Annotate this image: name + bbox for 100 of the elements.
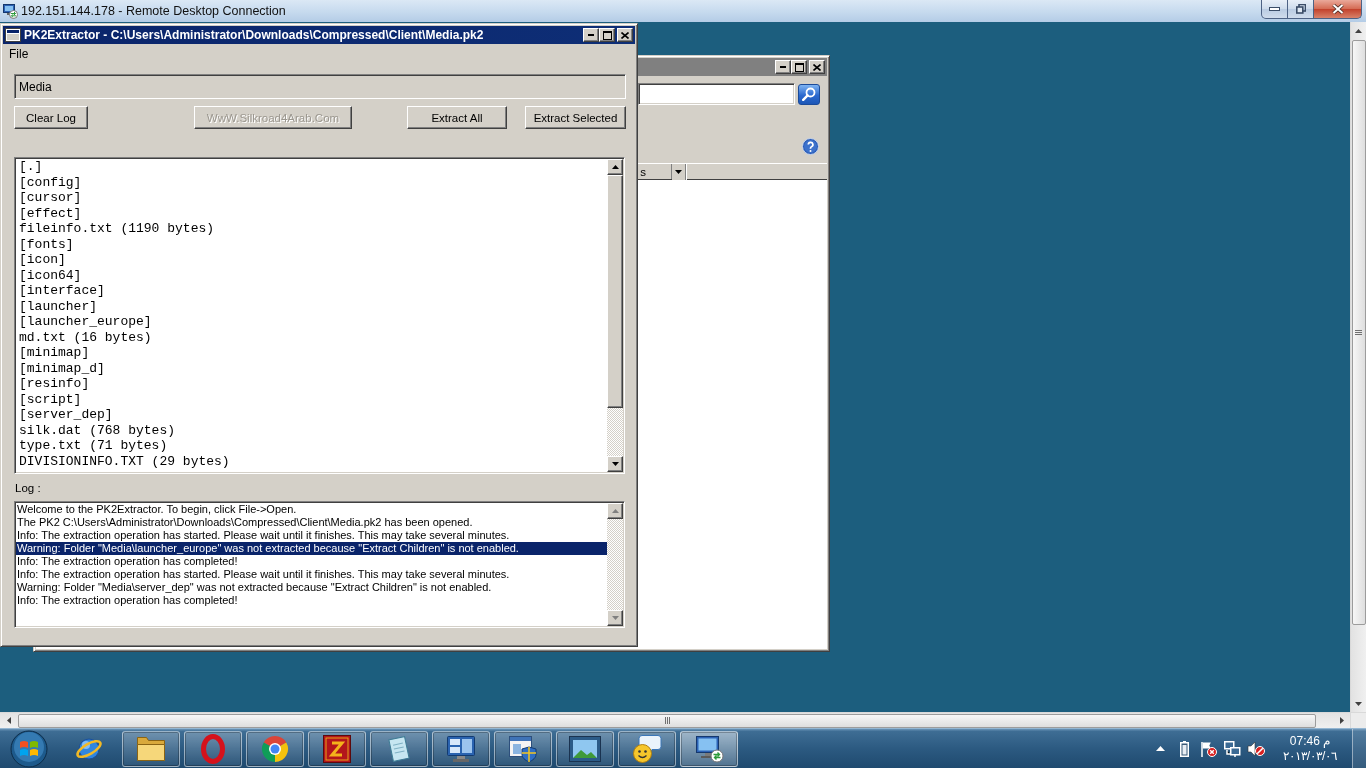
grip-icon <box>1355 329 1362 336</box>
minimize-button[interactable] <box>1261 0 1288 19</box>
caret-icon <box>675 170 682 174</box>
file-list-item[interactable]: [interface] <box>19 283 105 299</box>
taskbar-button[interactable] <box>184 730 242 767</box>
search-icon <box>802 87 816 101</box>
help-icon[interactable] <box>802 138 819 155</box>
log-label: Log : <box>15 481 41 495</box>
close-icon <box>621 31 629 39</box>
restore-icon <box>1295 4 1306 14</box>
right-arrow-icon <box>1339 717 1344 724</box>
remote-computer-icon <box>2 3 18 19</box>
close-icon <box>813 63 821 71</box>
window-title: PK2Extractor - C:\Users\Administrator\Downloads\Compressed\Client\Media.pk2 <box>24 28 484 42</box>
scroll-down-button[interactable] <box>607 456 623 472</box>
taskbar-button[interactable] <box>494 730 552 767</box>
file-list-item[interactable]: [.] <box>19 159 43 175</box>
taskbar-button[interactable] <box>308 730 366 767</box>
landscape-picture-icon <box>569 735 601 762</box>
taskbar-button[interactable] <box>432 730 490 767</box>
zigzag-tile-icon <box>323 734 351 763</box>
search-field[interactable] <box>638 83 795 105</box>
file-list-item[interactable]: [config] <box>19 174 82 190</box>
file-list-item[interactable]: [icon] <box>19 252 66 268</box>
maximize-button[interactable] <box>599 28 615 42</box>
scrollbar-thumb[interactable] <box>1351 40 1366 625</box>
file-list-item[interactable]: silk.dat (768 bytes) <box>19 422 176 438</box>
battery-icon[interactable] <box>1179 740 1189 757</box>
up-arrow-icon <box>611 509 619 513</box>
file-list-item[interactable]: [launcher] <box>19 298 97 314</box>
close-icon <box>1331 4 1344 14</box>
clock-time: 07:46 م <box>1289 733 1331 749</box>
file-list-item[interactable]: [cursor] <box>19 190 82 206</box>
column-menu-button[interactable] <box>672 164 686 180</box>
down-arrow-icon <box>611 462 619 466</box>
file-list-item[interactable]: type.txt (71 bytes) <box>19 438 168 454</box>
taskbar-button[interactable] <box>246 730 304 767</box>
scrollbar-corner <box>1350 712 1366 728</box>
clock-date: ٢٠١٣/٠٣/٠٦ <box>1282 748 1338 764</box>
search-button[interactable] <box>798 83 820 105</box>
file-list-item[interactable]: fileinfo.txt (1190 bytes) <box>19 221 215 237</box>
log-line[interactable]: Warning: Folder "Media\server_dep" was not extracted because "Extract Children" is not enabled. <box>16 581 607 594</box>
file-list-item[interactable]: [script] <box>19 391 82 407</box>
file-list-item[interactable]: [fonts] <box>19 236 74 252</box>
maximize-icon <box>794 62 804 72</box>
maximize-button[interactable] <box>791 60 807 74</box>
log-line[interactable]: Info: The extraction operation has completed! <box>16 555 607 568</box>
window-title: 192.151.144.178 - Remote Desktop Connection <box>21 3 286 20</box>
segmented-circle-icon <box>261 734 289 763</box>
log-line[interactable]: Info: The extraction operation has completed! <box>16 594 607 607</box>
restore-button[interactable] <box>1288 0 1314 19</box>
action-button[interactable]: Extract All <box>407 106 507 129</box>
down-arrow-icon <box>611 616 619 620</box>
minimize-icon <box>780 66 786 68</box>
ring-icon <box>201 733 225 764</box>
file-list-item[interactable]: [effect] <box>19 205 82 221</box>
minimize-icon <box>1269 7 1280 11</box>
log-line[interactable]: Welcome to the PK2Extractor. To begin, click File->Open. <box>16 503 607 516</box>
remote-computer-icon <box>694 734 724 763</box>
folder-icon <box>136 735 166 762</box>
log-line[interactable]: Info: The extraction operation has started. Please wait until it finishes. This may take several minutes. <box>16 529 607 542</box>
close-button[interactable] <box>1314 0 1362 19</box>
file-list-item[interactable]: [minimap] <box>19 345 90 361</box>
file-list-item[interactable]: [server_dep] <box>19 407 113 423</box>
minimize-icon <box>588 34 594 36</box>
scroll-up-button[interactable] <box>607 159 623 175</box>
file-list-item[interactable]: [launcher_europe] <box>19 314 152 330</box>
log-line[interactable]: The PK2 C:\Users\Administrator\Downloads\Compressed\Client\Media.pk2 has been opened. <box>16 516 607 529</box>
path-field[interactable]: Media <box>14 74 626 99</box>
scrollbar[interactable] <box>1350 22 1366 712</box>
file-list-item[interactable]: [resinfo] <box>19 376 90 392</box>
file-list-item[interactable]: [icon64] <box>19 267 82 283</box>
window-shield-icon <box>508 734 538 763</box>
grip-icon <box>663 717 671 724</box>
up-arrow-icon <box>611 165 619 169</box>
scrollbar[interactable] <box>607 503 623 626</box>
scroll-down-button[interactable] <box>607 610 623 626</box>
file-list-item[interactable]: md.txt (16 bytes) <box>19 329 152 345</box>
menu-item[interactable]: File <box>6 46 32 63</box>
file-list-item[interactable]: DIVISIONINFO.TXT (29 bytes) <box>19 453 230 469</box>
action-button[interactable]: Clear Log <box>14 106 88 129</box>
taskbar-button[interactable] <box>556 730 614 767</box>
network-icon[interactable] <box>1223 740 1241 757</box>
down-arrow-icon <box>1355 701 1362 706</box>
scrollbar[interactable] <box>607 159 623 472</box>
dashboard-monitor-icon <box>446 734 476 763</box>
taskbar-button[interactable] <box>122 730 180 767</box>
file-list-item[interactable]: [minimap_d] <box>19 360 105 376</box>
chevron-up-icon[interactable] <box>1155 746 1165 751</box>
taskbar-button[interactable] <box>680 730 738 767</box>
log-line[interactable]: Info: The extraction operation has started. Please wait until it finishes. This may take several minutes. <box>16 568 607 581</box>
left-arrow-icon <box>6 717 11 724</box>
flag-alert-icon[interactable] <box>1199 740 1217 757</box>
speaker-muted-icon[interactable] <box>1247 740 1265 757</box>
taskbar-button[interactable] <box>618 730 676 767</box>
up-arrow-icon <box>1355 28 1362 33</box>
column-heading: s <box>640 165 646 178</box>
action-button[interactable]: Extract Selected <box>525 106 626 129</box>
scroll-up-button[interactable] <box>607 503 623 519</box>
taskbar-button[interactable] <box>370 730 428 767</box>
